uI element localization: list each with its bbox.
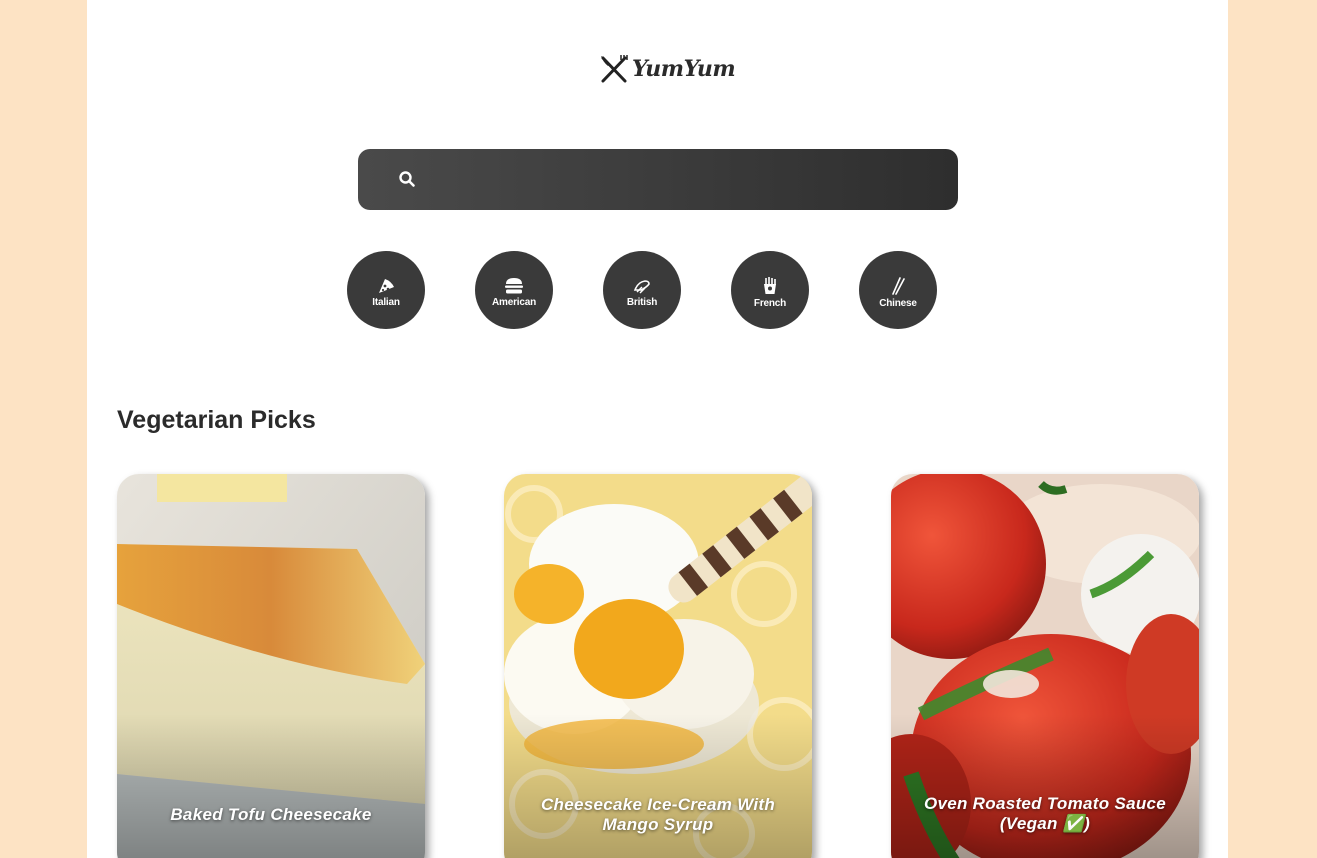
- cuisine-label: American: [492, 297, 536, 308]
- brand-name: YumYum: [632, 56, 736, 82]
- cuisine-button-american[interactable]: American: [475, 251, 553, 329]
- cuisine-button-chinese[interactable]: Chinese: [859, 251, 937, 329]
- main-content: YumYum Italian American British French C…: [87, 0, 1228, 858]
- fish-chips-icon: [633, 280, 650, 294]
- section-title: Vegetarian Picks: [117, 406, 316, 434]
- cuisine-label: French: [753, 298, 787, 309]
- recipe-image: [117, 474, 425, 858]
- cuisine-label: Chinese: [879, 298, 917, 309]
- search-bar[interactable]: [358, 149, 958, 210]
- search-icon[interactable]: [398, 170, 416, 188]
- recipe-title: Cheesecake Ice-Cream With Mango Syrup: [540, 795, 776, 834]
- cuisine-label: Italian: [372, 297, 400, 308]
- cuisine-button-british[interactable]: British: [603, 251, 681, 329]
- burger-icon: [505, 278, 523, 294]
- brand-logo[interactable]: YumYum: [598, 52, 736, 86]
- cuisine-button-italian[interactable]: Italian: [347, 251, 425, 329]
- pizza-slice-icon: [379, 279, 394, 293]
- cuisine-label: British: [626, 297, 658, 308]
- recipe-title: Baked Tofu Cheesecake: [170, 805, 372, 824]
- french-fries-icon: [764, 277, 776, 294]
- recipe-card[interactable]: Cheesecake Ice-Cream With Mango Syrup: [504, 474, 812, 858]
- chopsticks-icon: [892, 277, 905, 295]
- recipe-title: Oven Roasted Tomato Sauce (Vegan ✅): [923, 794, 1167, 833]
- crossed-fork-knife-icon: [601, 55, 628, 83]
- recipe-card[interactable]: Oven Roasted Tomato Sauce (Vegan ✅): [891, 474, 1199, 858]
- search-input[interactable]: [434, 159, 938, 200]
- recipe-card[interactable]: Baked Tofu Cheesecake: [117, 474, 425, 858]
- cuisine-button-french[interactable]: French: [731, 251, 809, 329]
